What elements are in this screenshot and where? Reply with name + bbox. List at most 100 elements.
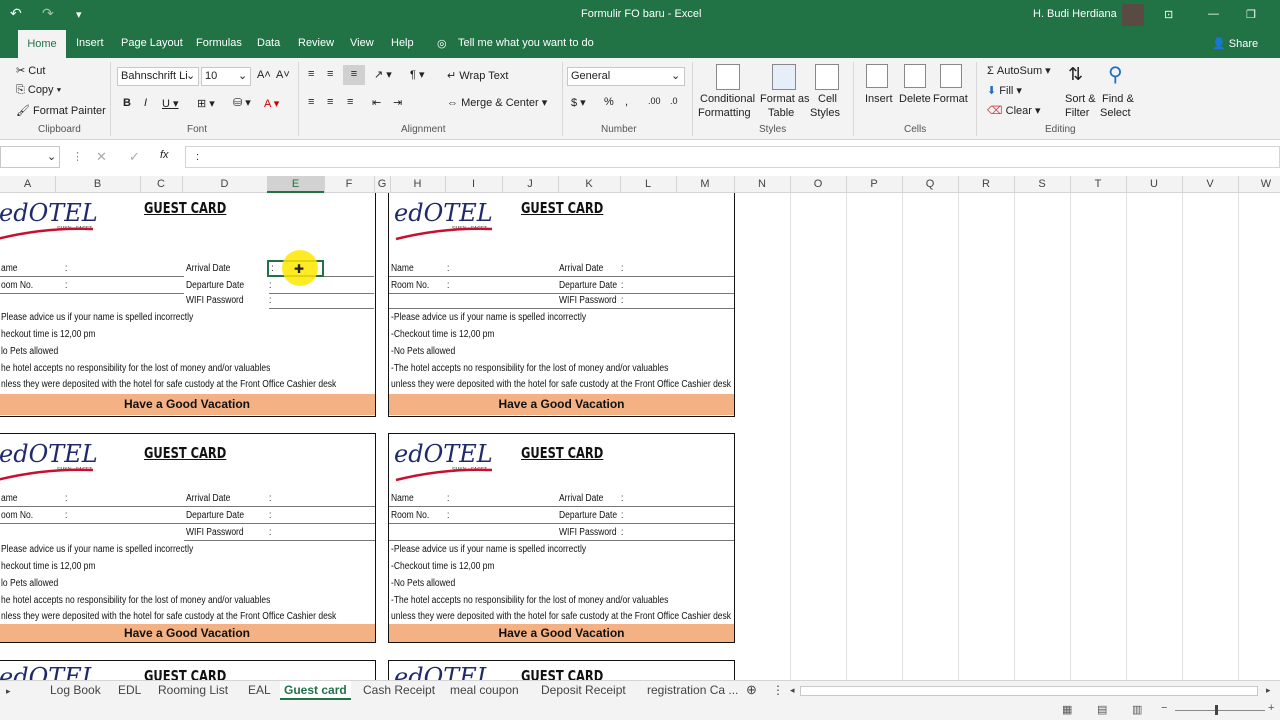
column-header-c[interactable]: C — [140, 178, 182, 190]
column-header-n[interactable]: N — [734, 178, 790, 190]
conditional-formatting-button[interactable]: Conditional — [700, 93, 755, 105]
column-header-d[interactable]: D — [182, 178, 267, 190]
wrap-text-button[interactable]: ↵ Wrap Text — [447, 69, 508, 82]
borders-icon[interactable]: ⊞ ▾ — [197, 97, 215, 110]
comma-icon[interactable]: , — [625, 96, 628, 108]
redo-icon[interactable]: ↷ — [42, 5, 54, 22]
sheet-tab[interactable]: Cash Receipt — [363, 683, 435, 697]
tab-help[interactable]: Help — [391, 37, 414, 49]
column-header-u[interactable]: U — [1126, 178, 1182, 190]
format-painter-button[interactable]: 🖌 Format Painter — [16, 104, 106, 117]
column-header-b[interactable]: B — [55, 178, 140, 190]
sheet-tab-active[interactable]: Guest card — [280, 681, 351, 700]
sheet-tab[interactable]: meal coupon — [450, 683, 519, 697]
column-header-k[interactable]: K — [558, 178, 620, 190]
tab-page-layout[interactable]: Page Layout — [121, 37, 183, 49]
formula-input[interactable]: : — [185, 146, 1280, 168]
sheet-tab[interactable]: EDL — [118, 683, 141, 697]
percent-icon[interactable]: % — [604, 96, 614, 108]
column-header-j[interactable]: J — [502, 178, 558, 190]
font-name-select[interactable]: Bahnschrift Li ⌄ — [117, 67, 199, 86]
insert-function-icon[interactable]: fx — [160, 149, 169, 161]
bold-icon[interactable]: B — [123, 97, 131, 109]
zoom-slider[interactable] — [1175, 710, 1265, 711]
sort-filter-button[interactable]: Sort & — [1065, 93, 1096, 105]
avatar[interactable] — [1122, 4, 1144, 26]
format-cells-button[interactable]: Format — [933, 93, 968, 105]
column-header-t[interactable]: T — [1070, 178, 1126, 190]
orientation-icon[interactable]: ↗ ▾ — [374, 68, 392, 81]
restore-icon[interactable]: ❐ — [1246, 8, 1256, 21]
align-middle-icon[interactable]: ≡ — [327, 68, 333, 80]
tab-data[interactable]: Data — [257, 37, 280, 49]
sheet-tab[interactable]: Deposit Receipt — [541, 683, 626, 697]
tab-view[interactable]: View — [350, 37, 374, 49]
column-header-g[interactable]: G — [374, 178, 390, 190]
sheet-tab[interactable]: registration Ca ... — [647, 683, 738, 697]
column-header-s[interactable]: S — [1014, 178, 1070, 190]
page-layout-view-icon[interactable]: ▤ — [1097, 703, 1107, 716]
increase-font-icon[interactable]: A˄ — [257, 69, 271, 81]
column-header-f[interactable]: F — [324, 178, 374, 190]
increase-indent-icon[interactable]: ⇥ — [393, 96, 402, 109]
column-header-v[interactable]: V — [1182, 178, 1238, 190]
scroll-tabs-icon[interactable]: ▸ — [6, 686, 11, 697]
insert-cells-button[interactable]: Insert — [865, 93, 893, 105]
sheet-tab[interactable]: Rooming List — [158, 683, 228, 697]
autosum-button[interactable]: Σ AutoSum ▾ — [987, 64, 1051, 77]
page-break-view-icon[interactable]: ▥ — [1132, 703, 1142, 716]
column-header-r[interactable]: R — [958, 178, 1014, 190]
column-header-e[interactable]: E — [267, 176, 324, 193]
number-format-select[interactable]: General ⌄ — [567, 67, 685, 86]
align-top-icon[interactable]: ≡ — [308, 68, 314, 80]
minimize-icon[interactable]: — — [1208, 8, 1219, 20]
scroll-right-icon[interactable]: ▸ — [1266, 685, 1271, 696]
sheet-tab[interactable]: Log Book — [50, 683, 101, 697]
clear-button[interactable]: ⌫ Clear ▾ — [987, 104, 1041, 117]
tab-formulas[interactable]: Formulas — [196, 37, 242, 49]
cancel-icon[interactable]: ✕ — [96, 149, 107, 165]
horizontal-scrollbar[interactable] — [800, 686, 1258, 696]
align-bottom-icon[interactable]: ≡ — [343, 65, 365, 85]
fill-button[interactable]: ⬇ Fill ▾ — [987, 84, 1022, 97]
share-button[interactable]: 👤 Share — [1212, 37, 1258, 50]
increase-decimal-icon[interactable]: .00 — [648, 96, 661, 106]
column-header-h[interactable]: H — [390, 178, 445, 190]
cell-styles-button[interactable]: Cell — [818, 93, 837, 105]
scroll-left-icon[interactable]: ◂ — [790, 685, 795, 696]
ribbon-display-options-icon[interactable]: ⊡ — [1164, 8, 1173, 21]
text-direction-icon[interactable]: ¶ ▾ — [410, 68, 425, 81]
column-header-o[interactable]: O — [790, 178, 846, 190]
copy-button[interactable]: ⎘ Copy ▾ — [16, 84, 61, 97]
tab-insert[interactable]: Insert — [76, 37, 104, 49]
name-box[interactable]: ⌄ — [0, 146, 60, 168]
user-name[interactable]: H. Budi Herdiana — [1033, 8, 1117, 20]
enter-icon[interactable]: ✓ — [129, 149, 140, 165]
customize-quick-access-icon[interactable]: ▾ — [76, 8, 82, 21]
column-header-w[interactable]: W — [1238, 178, 1280, 190]
font-color-icon[interactable]: A ▾ — [264, 97, 279, 110]
column-header-i[interactable]: I — [445, 178, 502, 190]
sheet-tab[interactable]: EAL — [248, 683, 271, 697]
decrease-font-icon[interactable]: A˅ — [276, 69, 290, 81]
tab-home[interactable]: Home — [18, 30, 66, 58]
column-header-l[interactable]: L — [620, 178, 676, 190]
italic-icon[interactable]: I — [144, 97, 147, 109]
cut-button[interactable]: ✂ Cut — [16, 64, 45, 77]
delete-cells-button[interactable]: Delete — [899, 93, 931, 105]
fill-color-icon[interactable]: ⛁ ▾ — [233, 96, 251, 109]
tell-me-search[interactable]: Tell me what you want to do — [458, 37, 594, 49]
undo-icon[interactable]: ↶ — [10, 5, 22, 22]
underline-icon[interactable]: U ▾ — [162, 97, 179, 110]
add-sheet-icon[interactable]: ⊕ — [746, 682, 757, 698]
align-right-icon[interactable]: ≡ — [347, 96, 353, 108]
currency-icon[interactable]: $ ▾ — [571, 96, 586, 109]
decrease-indent-icon[interactable]: ⇤ — [372, 96, 381, 109]
tab-review[interactable]: Review — [298, 37, 334, 49]
column-header-p[interactable]: P — [846, 178, 902, 190]
align-left-icon[interactable]: ≡ — [308, 96, 314, 108]
zoom-in-icon[interactable]: + — [1268, 702, 1274, 714]
format-as-table-button[interactable]: Format as — [760, 93, 810, 105]
normal-view-icon[interactable]: ▦ — [1062, 703, 1072, 716]
align-center-icon[interactable]: ≡ — [327, 96, 333, 108]
